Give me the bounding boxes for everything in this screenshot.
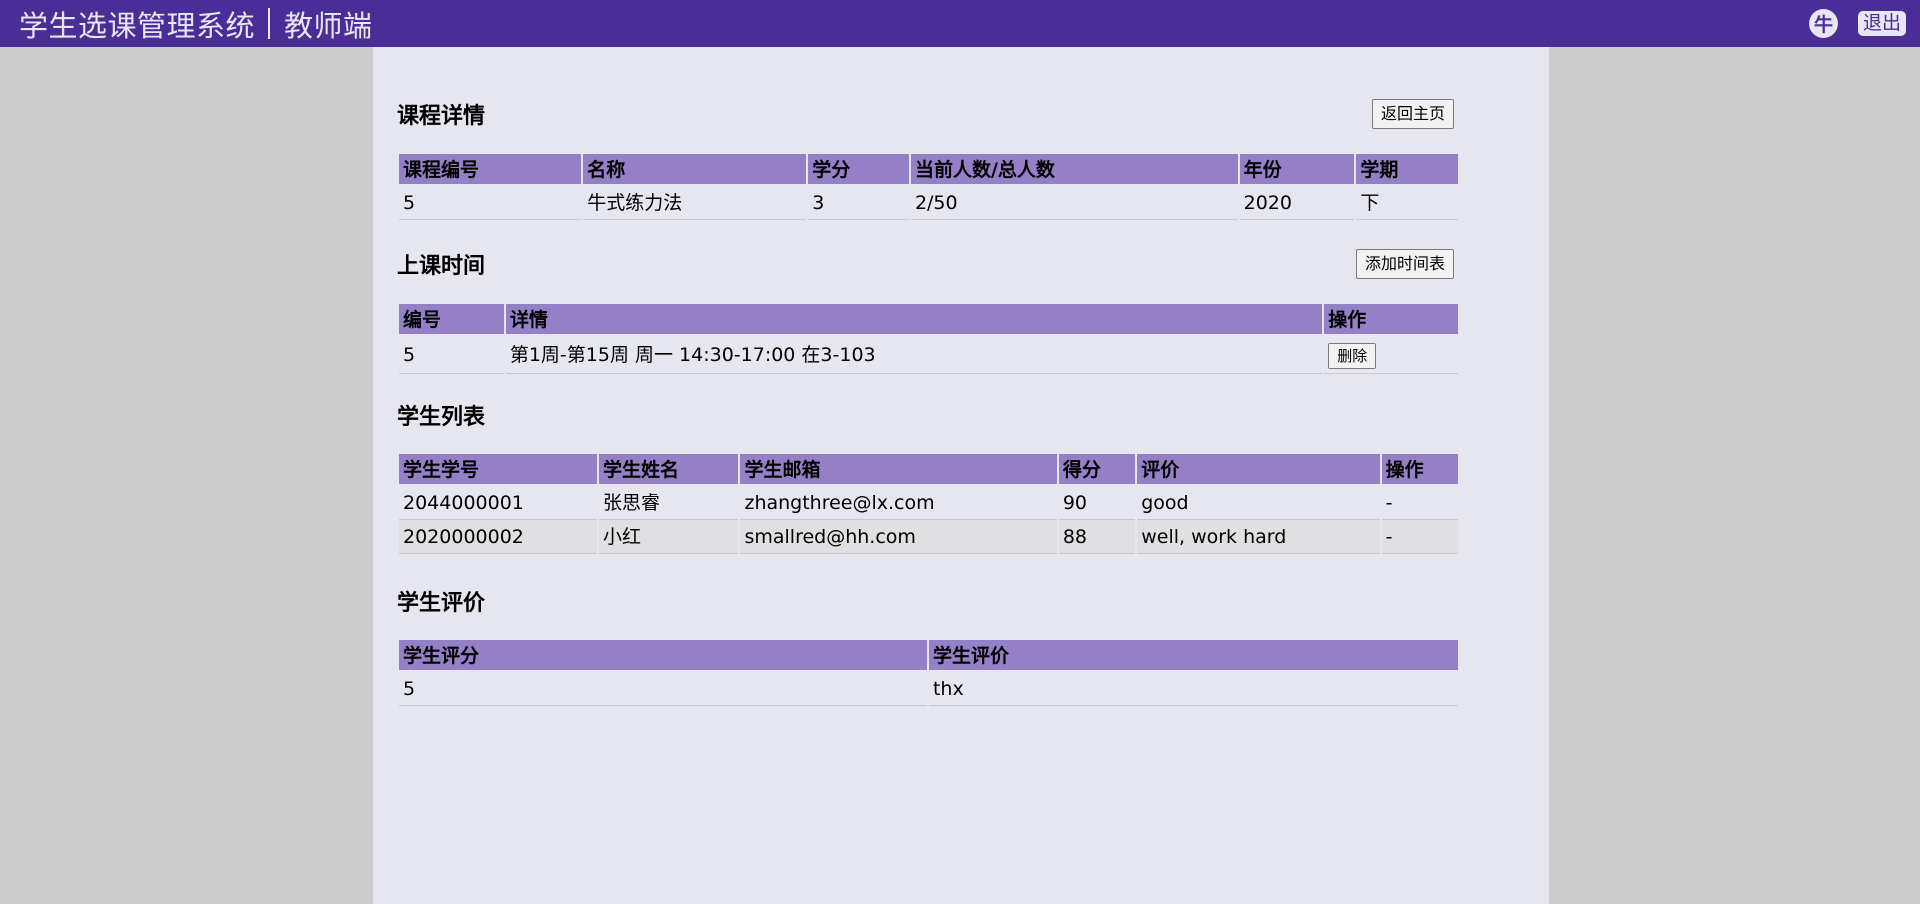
student-review-cell: good (1137, 486, 1380, 520)
semester-cell: 下 (1356, 186, 1458, 220)
app-title: 学生选课管理系统 (19, 8, 256, 43)
main-content: 课程详情 返回主页 课程编号 名称 学分 当前人数/总人数 年份 学期 5 牛式… (373, 47, 1549, 904)
course-id-cell: 5 (399, 186, 582, 220)
delete-schedule-button[interactable]: 删除 (1328, 342, 1377, 369)
table-row: 5 第1周-第15周 周一 14:30-17:00 在3-103 删除 (399, 336, 1458, 374)
evaluation-table: 学生评分 学生评价 5 thx (397, 640, 1460, 706)
student-evaluation-section: 学生评价 学生评分 学生评价 5 thx (397, 590, 1458, 706)
schedule-detail-cell: 第1周-第15周 周一 14:30-17:00 在3-103 (505, 336, 1323, 374)
column-header: 编号 (399, 304, 504, 336)
course-name-cell: 牛式练力法 (583, 186, 807, 220)
table-header-row: 学生学号 学生姓名 学生邮箱 得分 评价 操作 (399, 454, 1458, 486)
column-header: 操作 (1324, 304, 1458, 336)
logout-button[interactable]: 退出 (1857, 11, 1906, 36)
student-list-section: 学生列表 学生学号 学生姓名 学生邮箱 得分 评价 操作 2044000001 (397, 404, 1458, 554)
student-table: 学生学号 学生姓名 学生邮箱 得分 评价 操作 2044000001 张思睿 z… (397, 454, 1460, 554)
student-name-cell: 小红 (599, 520, 739, 554)
course-detail-table: 课程编号 名称 学分 当前人数/总人数 年份 学期 5 牛式练力法 3 2/50… (397, 154, 1460, 220)
column-header: 评价 (1137, 454, 1380, 486)
column-header: 操作 (1381, 454, 1458, 486)
table-header-row: 学生评分 学生评价 (399, 640, 1458, 672)
column-header: 课程编号 (399, 154, 582, 186)
schedule-id-cell: 5 (399, 336, 504, 374)
student-name-cell: 张思睿 (599, 486, 739, 520)
column-header: 学分 (808, 154, 909, 186)
column-header: 得分 (1058, 454, 1136, 486)
evaluation-comment-cell: thx (928, 672, 1458, 706)
student-evaluation-title: 学生评价 (397, 591, 486, 616)
top-navbar: 学生选课管理系统 教师端 牛 退出 (0, 0, 1920, 47)
table-header-row: 编号 详情 操作 (399, 304, 1458, 336)
table-row: 5 thx (399, 672, 1458, 706)
student-list-title: 学生列表 (397, 405, 486, 430)
column-header: 学生评价 (928, 640, 1458, 672)
student-id-cell: 2020000002 (399, 520, 598, 554)
student-score-cell: 90 (1058, 486, 1136, 520)
student-email-cell: smallred@hh.com (740, 520, 1057, 554)
column-header: 学生评分 (399, 640, 927, 672)
student-action-cell: - (1381, 520, 1458, 554)
table-row: 2044000001 张思睿 zhangthree@lx.com 90 good… (399, 486, 1458, 520)
schedule-title: 上课时间 (397, 254, 486, 279)
table-row: 5 牛式练力法 3 2/50 2020 下 (399, 186, 1458, 220)
column-header: 学期 (1356, 154, 1458, 186)
back-home-button[interactable]: 返回主页 (1371, 99, 1454, 129)
column-header: 当前人数/总人数 (910, 154, 1238, 186)
enrollment-cell: 2/50 (910, 186, 1238, 220)
student-id-cell: 2044000001 (399, 486, 598, 520)
user-avatar[interactable]: 牛 (1808, 9, 1838, 38)
column-header: 名称 (583, 154, 807, 186)
column-header: 年份 (1239, 154, 1355, 186)
student-action-cell: - (1381, 486, 1458, 520)
add-schedule-button[interactable]: 添加时间表 (1355, 249, 1454, 279)
role-label: 教师端 (284, 8, 373, 43)
column-header: 详情 (505, 304, 1323, 336)
column-header: 学生姓名 (599, 454, 739, 486)
title-divider (268, 8, 271, 39)
course-detail-title: 课程详情 (397, 104, 486, 129)
student-score-cell: 88 (1058, 520, 1136, 554)
student-review-cell: well, work hard (1137, 520, 1380, 554)
column-header: 学生学号 (399, 454, 598, 486)
brand: 学生选课管理系统 教师端 (19, 3, 373, 45)
table-row: 2020000002 小红 smallred@hh.com 88 well, w… (399, 520, 1458, 554)
schedule-section: 上课时间 添加时间表 编号 详情 操作 5 第1周-第15周 周一 14:30-… (397, 249, 1458, 374)
student-email-cell: zhangthree@lx.com (740, 486, 1057, 520)
schedule-table: 编号 详情 操作 5 第1周-第15周 周一 14:30-17:00 在3-10… (397, 304, 1460, 374)
table-header-row: 课程编号 名称 学分 当前人数/总人数 年份 学期 (399, 154, 1458, 186)
year-cell: 2020 (1239, 186, 1355, 220)
column-header: 学生邮箱 (740, 454, 1057, 486)
schedule-action-cell: 删除 (1324, 336, 1458, 374)
evaluation-score-cell: 5 (399, 672, 927, 706)
course-detail-section: 课程详情 返回主页 课程编号 名称 学分 当前人数/总人数 年份 学期 5 牛式… (397, 99, 1458, 220)
credit-cell: 3 (808, 186, 909, 220)
